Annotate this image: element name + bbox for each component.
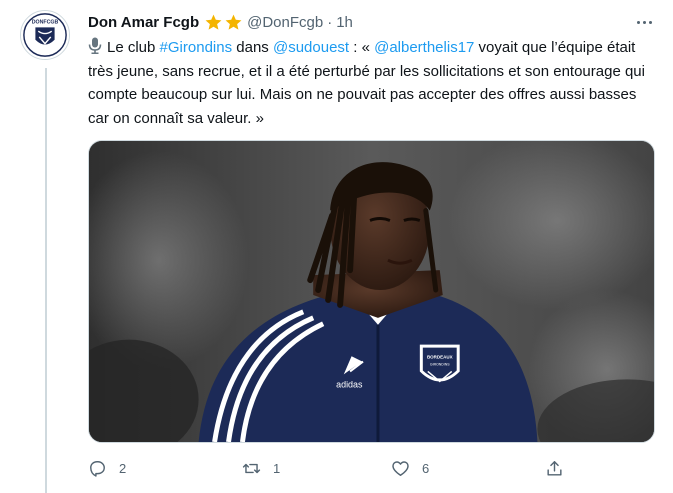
avatar-text: DONFCGB <box>32 19 59 25</box>
share-button[interactable] <box>545 456 564 480</box>
star-icon <box>205 14 222 30</box>
jersey-brand-text: adidas <box>336 379 363 389</box>
hashtag-link[interactable]: #Girondins <box>160 39 233 56</box>
microphone-icon <box>88 37 102 54</box>
timestamp[interactable]: 1h <box>336 14 353 31</box>
tweet-text-mid: dans <box>232 39 273 56</box>
like-count: 6 <box>422 460 430 476</box>
crest-text: BORDEAUX <box>427 355 453 360</box>
heart-icon <box>392 460 409 476</box>
retweet-count: 1 <box>273 460 281 476</box>
separator-dot: · <box>327 13 333 31</box>
reply-icon <box>90 460 105 477</box>
reply-count: 2 <box>119 460 127 476</box>
star-icon <box>225 14 242 30</box>
tweet-photo[interactable]: adidas BORDEAUX GIRONDINS <box>88 140 655 443</box>
reply-button[interactable]: 2 <box>88 456 126 480</box>
tweet-header: Don Amar Fcgb @DonFcgb · 1h <box>88 12 353 32</box>
mention-alberthelis-link[interactable]: @alberthelis17 <box>374 39 474 56</box>
more-options-icon[interactable] <box>633 13 655 31</box>
tweet-actions: 2 1 6 <box>88 456 568 480</box>
author-name[interactable]: Don Amar Fcgb <box>88 14 199 31</box>
share-icon <box>547 460 562 476</box>
retweet-button[interactable]: 1 <box>242 456 280 480</box>
author-handle[interactable]: @DonFcgb <box>247 14 323 31</box>
star-badges <box>204 13 243 32</box>
thread-line <box>45 68 47 493</box>
crest-subtext: GIRONDINS <box>430 363 450 367</box>
mention-sudouest-link[interactable]: @sudouest <box>273 39 349 56</box>
tweet-text-intro: Le club <box>107 39 160 56</box>
like-button[interactable]: 6 <box>391 456 429 480</box>
tweet-text: Le club #Girondins dans @sudouest : « @a… <box>88 36 658 130</box>
avatar[interactable]: DONFCGB <box>20 10 70 60</box>
retweet-icon <box>242 463 261 473</box>
tweet-text-mid: : « <box>349 39 375 56</box>
